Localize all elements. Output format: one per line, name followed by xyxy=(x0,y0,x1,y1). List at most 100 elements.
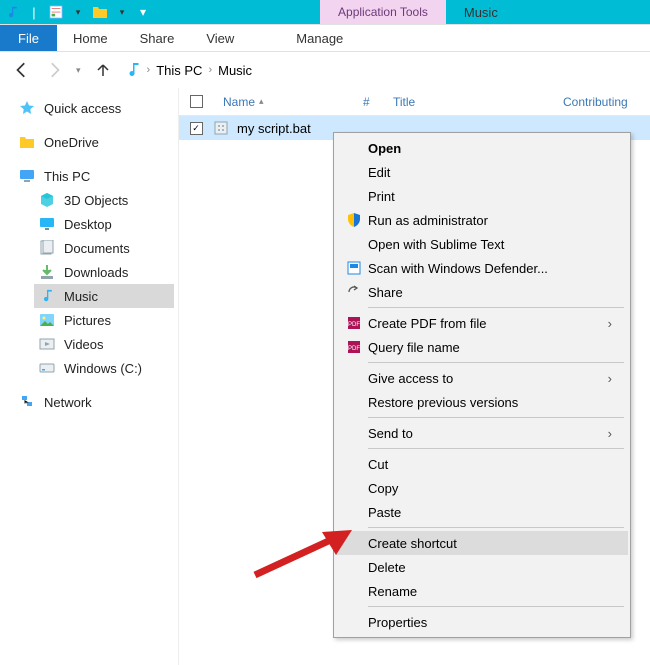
sidebar-item-label: Pictures xyxy=(64,313,111,328)
share-icon xyxy=(340,284,368,300)
ctx-copy[interactable]: Copy xyxy=(336,476,628,500)
sidebar-item-label: Documents xyxy=(64,241,130,256)
sidebar-item-label: OneDrive xyxy=(44,135,99,150)
cube-icon xyxy=(38,191,56,209)
ctx-run-as-admin[interactable]: Run as administrator xyxy=(336,208,628,232)
ctx-create-shortcut[interactable]: Create shortcut xyxy=(336,531,628,555)
ctx-query-file[interactable]: PDF Query file name xyxy=(336,335,628,359)
column-name[interactable]: Name▴ xyxy=(213,95,353,109)
bat-file-icon xyxy=(213,120,233,136)
tab-view[interactable]: View xyxy=(190,25,250,51)
pdf-icon: PDF xyxy=(340,315,368,331)
row-checkbox[interactable]: ✓ xyxy=(190,122,203,135)
music-icon xyxy=(125,62,141,78)
context-menu: Open Edit Print Run as administrator Ope… xyxy=(333,132,631,638)
network-icon xyxy=(18,393,36,411)
sidebar-item-onedrive[interactable]: OneDrive xyxy=(4,130,174,154)
ctx-open-sublime[interactable]: Open with Sublime Text xyxy=(336,232,628,256)
separator xyxy=(368,307,624,308)
ctx-send-to[interactable]: Send to› xyxy=(336,421,628,445)
ctx-properties[interactable]: Properties xyxy=(336,610,628,634)
qat-chevron-icon[interactable]: ▾ xyxy=(70,4,86,20)
sidebar-item-quick-access[interactable]: Quick access xyxy=(4,96,174,120)
documents-icon xyxy=(38,239,56,257)
chevron-right-icon: › xyxy=(608,426,612,441)
sidebar-item-3d-objects[interactable]: 3D Objects xyxy=(34,188,174,212)
svg-text:PDF: PDF xyxy=(348,322,360,328)
back-button[interactable] xyxy=(8,56,36,84)
tab-home[interactable]: Home xyxy=(57,25,124,51)
chevron-right-icon[interactable]: › xyxy=(147,64,151,76)
ctx-restore[interactable]: Restore previous versions xyxy=(336,390,628,414)
shield-icon xyxy=(340,212,368,228)
sidebar-item-label: 3D Objects xyxy=(64,193,128,208)
ctx-create-pdf[interactable]: PDF Create PDF from file › xyxy=(336,311,628,335)
pictures-icon xyxy=(38,311,56,329)
chevron-right-icon: › xyxy=(608,316,612,331)
sidebar-item-this-pc[interactable]: This PC xyxy=(4,164,174,188)
breadcrumb-root[interactable]: This PC xyxy=(156,63,202,78)
download-icon xyxy=(38,263,56,281)
sidebar-item-music[interactable]: Music xyxy=(34,284,174,308)
column-headers: Name▴ # Title Contributing xyxy=(179,88,650,116)
music-folder-icon xyxy=(4,4,20,20)
ctx-print[interactable]: Print xyxy=(336,184,628,208)
videos-icon xyxy=(38,335,56,353)
separator xyxy=(368,448,624,449)
desktop-icon xyxy=(38,215,56,233)
contextual-tab-label: Application Tools xyxy=(320,0,446,24)
ctx-delete[interactable]: Delete xyxy=(336,555,628,579)
sidebar-item-label: Music xyxy=(64,289,98,304)
tab-file[interactable]: File xyxy=(0,25,57,51)
qat-separator-icon: | xyxy=(26,4,42,20)
ctx-give-access[interactable]: Give access to› xyxy=(336,366,628,390)
breadcrumb-current[interactable]: Music xyxy=(218,63,252,78)
sidebar-item-downloads[interactable]: Downloads xyxy=(34,260,174,284)
ctx-cut[interactable]: Cut xyxy=(336,452,628,476)
ctx-paste[interactable]: Paste xyxy=(336,500,628,524)
sidebar-item-label: Windows (C:) xyxy=(64,361,142,376)
navigation-pane: Quick access OneDrive This PC 3D Objects… xyxy=(0,88,178,665)
sidebar-item-label: This PC xyxy=(44,169,90,184)
separator xyxy=(368,362,624,363)
column-number[interactable]: # xyxy=(353,95,383,109)
ctx-edit[interactable]: Edit xyxy=(336,160,628,184)
separator xyxy=(368,606,624,607)
drive-icon xyxy=(38,359,56,377)
nav-bar: ▾ › This PC › Music xyxy=(0,52,650,88)
computer-icon xyxy=(18,167,36,185)
title-bar: | ▾ ▾ ▾ Application Tools Music xyxy=(0,0,650,24)
sidebar-item-network[interactable]: Network xyxy=(4,390,174,414)
sort-asc-icon: ▴ xyxy=(259,96,264,107)
properties-icon[interactable] xyxy=(48,4,64,20)
ctx-share[interactable]: Share xyxy=(336,280,628,304)
select-all-checkbox[interactable] xyxy=(190,95,203,108)
ctx-open[interactable]: Open xyxy=(336,136,628,160)
column-title[interactable]: Title xyxy=(383,95,553,109)
column-contributing[interactable]: Contributing xyxy=(553,95,638,109)
folder-icon[interactable] xyxy=(92,4,108,20)
sidebar-item-label: Videos xyxy=(64,337,104,352)
folder-icon xyxy=(18,133,36,151)
tab-manage[interactable]: Manage xyxy=(280,25,359,51)
chevron-right-icon[interactable]: › xyxy=(208,64,212,76)
sidebar-item-videos[interactable]: Videos xyxy=(34,332,174,356)
chevron-right-icon: › xyxy=(608,371,612,386)
ribbon-toggle-icon[interactable]: ▾ xyxy=(136,5,146,19)
pdf-icon: PDF xyxy=(340,339,368,355)
sidebar-item-label: Quick access xyxy=(44,101,121,116)
ctx-rename[interactable]: Rename xyxy=(336,579,628,603)
sidebar-item-pictures[interactable]: Pictures xyxy=(34,308,174,332)
ctx-scan-defender[interactable]: Scan with Windows Defender... xyxy=(336,256,628,280)
tab-share[interactable]: Share xyxy=(124,25,191,51)
sidebar-item-label: Desktop xyxy=(64,217,112,232)
up-button[interactable] xyxy=(89,56,117,84)
qat-chevron-icon[interactable]: ▾ xyxy=(114,4,130,20)
sidebar-item-windows-c[interactable]: Windows (C:) xyxy=(34,356,174,380)
forward-button[interactable] xyxy=(40,56,68,84)
sidebar-item-desktop[interactable]: Desktop xyxy=(34,212,174,236)
breadcrumb[interactable]: › This PC › Music xyxy=(121,62,253,78)
recent-locations-icon[interactable]: ▾ xyxy=(72,65,85,76)
sidebar-item-documents[interactable]: Documents xyxy=(34,236,174,260)
sidebar-item-label: Network xyxy=(44,395,92,410)
